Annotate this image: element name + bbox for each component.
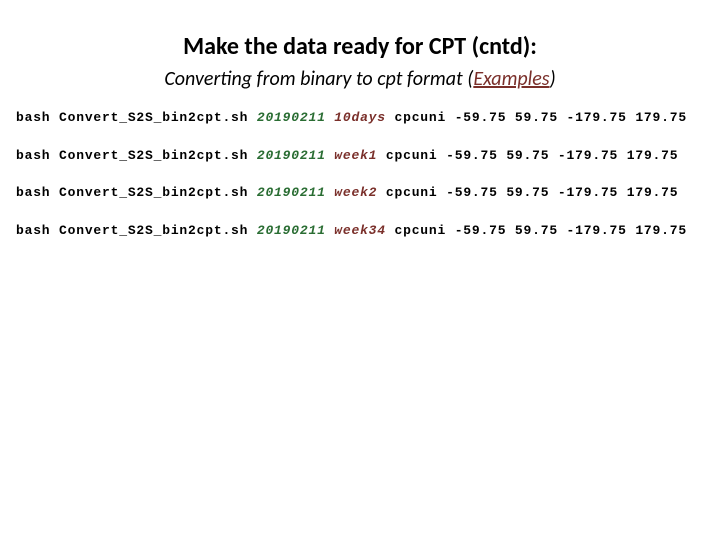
command-date: 20190211 — [257, 148, 326, 163]
command-range: 10days — [334, 110, 386, 125]
command-line: bash Convert_S2S_bin2cpt.sh 20190211 wee… — [16, 185, 706, 201]
page-title: Make the data ready for CPT (cntd): — [14, 26, 706, 62]
command-range: week34 — [334, 223, 386, 238]
command-line: bash Convert_S2S_bin2cpt.sh 20190211 10d… — [16, 110, 706, 126]
command-script: Convert_S2S_bin2cpt.sh — [59, 223, 248, 238]
subtitle-examples: Examples — [473, 67, 549, 91]
command-bash: bash — [16, 148, 50, 163]
command-script: Convert_S2S_bin2cpt.sh — [59, 148, 248, 163]
command-range: week2 — [334, 185, 377, 200]
command-rest: cpcuni -59.75 59.75 -179.75 179.75 — [386, 185, 678, 200]
command-rest: cpcuni -59.75 59.75 -179.75 179.75 — [395, 223, 687, 238]
subtitle-prefix: Converting from binary to cpt format ( — [164, 67, 473, 91]
command-line: bash Convert_S2S_bin2cpt.sh 20190211 wee… — [16, 223, 706, 239]
command-script: Convert_S2S_bin2cpt.sh — [59, 185, 248, 200]
command-rest: cpcuni -59.75 59.75 -179.75 179.75 — [395, 110, 687, 125]
page-subtitle: Converting from binary to cpt format (Ex… — [14, 66, 706, 92]
command-bash: bash — [16, 110, 50, 125]
command-script: Convert_S2S_bin2cpt.sh — [59, 110, 248, 125]
command-date: 20190211 — [257, 110, 326, 125]
command-range: week1 — [334, 148, 377, 163]
command-date: 20190211 — [257, 223, 326, 238]
command-rest: cpcuni -59.75 59.75 -179.75 179.75 — [386, 148, 678, 163]
command-line: bash Convert_S2S_bin2cpt.sh 20190211 wee… — [16, 148, 706, 164]
command-list: bash Convert_S2S_bin2cpt.sh 20190211 10d… — [14, 110, 706, 238]
subtitle-suffix: ) — [550, 67, 556, 91]
command-bash: bash — [16, 185, 50, 200]
command-bash: bash — [16, 223, 50, 238]
title-block: Make the data ready for CPT (cntd): Conv… — [14, 26, 706, 92]
slide: Make the data ready for CPT (cntd): Conv… — [0, 0, 720, 540]
command-date: 20190211 — [257, 185, 326, 200]
